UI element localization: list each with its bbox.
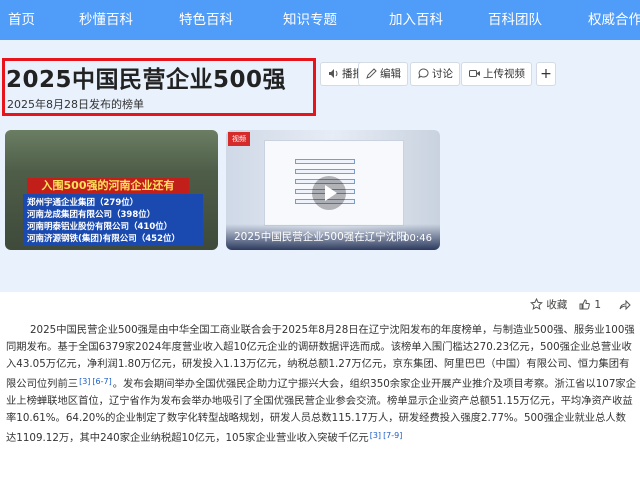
nav-home[interactable]: 首页 [8,0,35,40]
reference-link[interactable]: [7-9] [383,431,402,440]
share-button[interactable] [618,297,631,313]
star-icon [530,297,543,310]
video-caption: 2025中国民营企业500强在辽宁沈阳发布 [234,231,406,243]
reference-link[interactable]: [6-7] [92,377,111,386]
comment-icon [418,68,429,79]
image-card-henan[interactable]: 入围500强的河南企业还有 郑州宇通企业集团（279位） 河南龙成集团有限公司（… [5,130,218,250]
nav-team[interactable]: 百科团队 [488,0,542,40]
nav-topics[interactable]: 知识专题 [283,0,337,40]
article-text: 。发布会期间举办全国优强民企助力辽宁振兴大会，组织350余家企业开展产业推介及项… [6,378,636,444]
discuss-button[interactable]: 讨论 [410,62,460,86]
add-button[interactable]: + [536,62,556,86]
image-banner: 入围500强的河南企业还有 [27,178,189,194]
discuss-label: 讨论 [432,68,453,80]
video-icon [469,70,480,77]
nav-featured[interactable]: 特色百科 [179,0,233,40]
article-paragraph: 2025中国民营企业500强是由中华全国工商业联合会于2025年8月28日在辽宁… [6,322,636,447]
image-list-line: 河南明泰铝业股份有限公司（410位） [27,222,173,232]
video-badge: 视频 [228,132,250,146]
slide-row [295,159,355,164]
video-duration: 00:46 [403,233,432,244]
favorite-button[interactable]: 收藏 [530,297,567,313]
nav-miaodong[interactable]: 秒懂百科 [79,0,133,40]
highlight-box [2,58,316,116]
pencil-icon [366,68,377,79]
image-list-box: 郑州宇通企业集团（279位） 河南龙成集团有限公司（398位） 河南明泰铝业股份… [23,194,203,246]
edit-label: 编辑 [380,68,401,80]
like-count: 1 [594,299,602,311]
speaker-icon [329,69,338,78]
image-list-line: 河南龙成集团有限公司（398位） [27,210,156,220]
top-nav: 首页 秒懂百科 特色百科 知识专题 加入百科 百科团队 权威合作 [0,0,640,40]
favorite-label: 收藏 [546,299,568,311]
upload-video-button[interactable]: 上传视频 [461,62,532,86]
image-list-line: 郑州宇通企业集团（279位） [27,198,139,208]
image-list-line: 河南济源钢铁(集团)有限公司（452位） [27,234,181,244]
video-card[interactable]: 视频 2025中国民营企业500强在辽宁沈阳发布 00:46 [226,130,440,250]
edit-button[interactable]: 编辑 [358,62,408,86]
reference-link[interactable]: [3] [370,431,381,440]
like-button[interactable]: 1 [578,297,601,313]
reference-link[interactable]: [3] [79,377,90,386]
nav-join[interactable]: 加入百科 [389,0,443,40]
article-body: 2025中国民营企业500强是由中华全国工商业联合会于2025年8月28日在辽宁… [6,322,636,447]
thumbs-up-icon [579,299,590,310]
upload-video-label: 上传视频 [483,68,525,80]
slide-row [295,169,355,174]
nav-partners[interactable]: 权威合作 [588,0,640,40]
share-icon [619,299,631,311]
play-icon[interactable] [312,176,346,210]
